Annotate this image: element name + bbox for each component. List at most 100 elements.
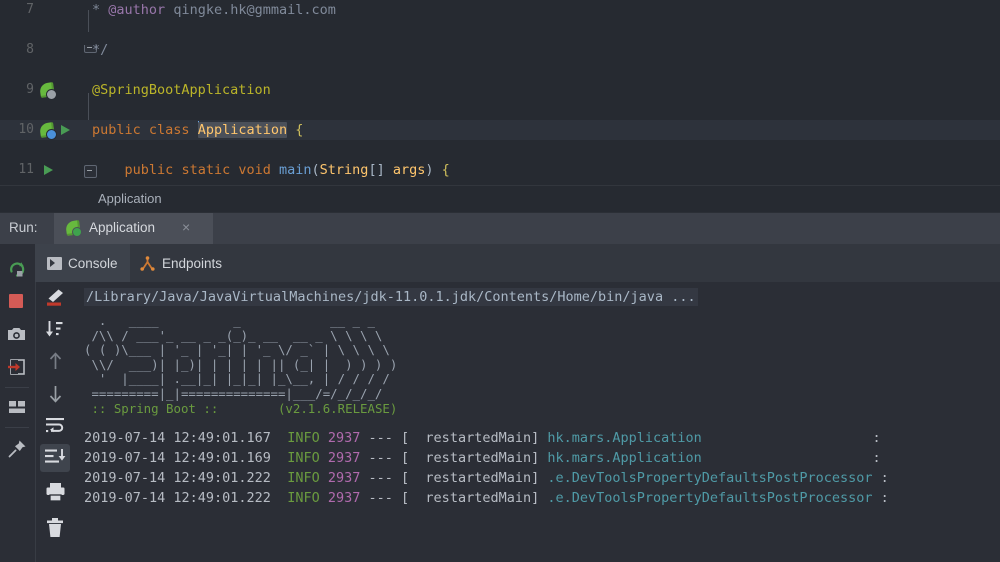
param-args: args	[392, 162, 426, 178]
paren-close: )	[425, 162, 434, 178]
scroll-to-end-button[interactable]	[40, 444, 70, 472]
code-line-current[interactable]: 10 public class Application {	[0, 120, 1000, 140]
print-button[interactable]	[45, 482, 66, 506]
run-toolwindow-header: Run: Application ×	[0, 212, 1000, 245]
banner-version: (v2.1.6.RELEASE)	[225, 400, 398, 416]
banner-spring-boot-label: :: Spring Boot ::	[84, 400, 226, 416]
log-timestamp: 2019-07-14 12:49:01.169	[84, 450, 271, 467]
class-name-identifier: Application	[197, 122, 288, 138]
log-separator: ---	[368, 450, 393, 467]
console-log-lines: 2019-07-14 12:49:01.167 INFO 2937 --- [ …	[84, 428, 1000, 508]
spring-boot-banner: . ____ _ __ _ _ /\\ / ___'_ __ _ _(_)_ _…	[84, 313, 1000, 416]
log-colon: :	[872, 450, 881, 467]
breadcrumb[interactable]: Application	[0, 185, 1000, 213]
log-thread: [ restartedMain]	[401, 470, 540, 487]
terminal-icon	[47, 256, 62, 270]
log-level: INFO	[287, 490, 320, 507]
code-line[interactable]: 8 */	[0, 40, 1000, 60]
ide-window: 7 * @author qingke.hk@gmmail.com 8 */ 9 …	[0, 0, 1000, 562]
author-email: qingke.hk@gmmail.com	[173, 2, 336, 18]
paren-open: (	[311, 162, 320, 178]
banner-line: =========|_|==============|___/=/_/_/_/	[84, 385, 383, 401]
banner-line: . ____ _ __ _ _	[84, 313, 375, 328]
comment-star: *	[92, 2, 101, 18]
code-line[interactable]: 7 * @author qingke.hk@gmmail.com	[0, 0, 1000, 20]
console-command-line: /Library/Java/JavaVirtualMachines/jdk-11…	[84, 288, 698, 306]
keyword-class: class	[148, 122, 190, 138]
run-class-icon[interactable]	[61, 125, 70, 135]
comment-end: */	[92, 42, 109, 58]
spring-bean-search-icon[interactable]	[39, 82, 57, 100]
springboot-annotation: @SpringBootApplication	[92, 82, 271, 98]
log-colon: :	[880, 470, 889, 487]
javadoc-author-tag: @author	[108, 2, 166, 18]
code-editor[interactable]: 7 * @author qingke.hk@gmmail.com 8 */ 9 …	[0, 0, 1000, 185]
log-colon: :	[872, 430, 881, 447]
toolbar-divider	[5, 387, 29, 388]
keyword-static: static	[181, 162, 231, 178]
code-line[interactable]: 11 public static void main(String[] args…	[0, 160, 1000, 180]
toolbar-divider	[5, 427, 29, 428]
code-line[interactable]: 9 @SpringBootApplication	[0, 80, 1000, 100]
up-button[interactable]	[47, 352, 64, 375]
run-main-icon[interactable]	[44, 165, 53, 175]
keyword-public: public	[92, 122, 141, 138]
log-logger: hk.mars.Application	[547, 430, 702, 447]
brace-open: {	[295, 122, 304, 138]
breadcrumb-item-application[interactable]: Application	[98, 191, 162, 206]
line-content: public class Application {	[92, 120, 303, 140]
log-logger: hk.mars.Application	[547, 450, 702, 467]
log-level: INFO	[287, 450, 320, 467]
log-thread: [ restartedMain]	[401, 450, 540, 467]
thread-dump-button[interactable]	[7, 326, 27, 347]
gutter-icons[interactable]	[36, 120, 78, 140]
layout-button[interactable]	[7, 399, 27, 419]
tab-endpoints-label: Endpoints	[162, 255, 223, 271]
gutter-icons[interactable]	[36, 80, 78, 100]
brace-open: {	[441, 162, 450, 178]
log-pid: 2937	[327, 470, 361, 487]
tab-endpoints[interactable]: Endpoints	[127, 244, 234, 282]
log-separator: ---	[368, 490, 393, 507]
log-logger: .e.DevToolsPropertyDefaultsPostProcessor	[547, 470, 873, 487]
log-separator: ---	[368, 470, 393, 487]
run-tab-name: Application	[89, 220, 156, 235]
run-configuration-tab[interactable]: Application ×	[54, 213, 213, 245]
sort-button[interactable]	[45, 320, 65, 343]
run-actions-toolbar[interactable]	[0, 244, 34, 562]
export-button[interactable]	[7, 358, 27, 380]
log-line: 2019-07-14 12:49:01.169 INFO 2937 --- [ …	[84, 448, 1000, 468]
keyword-public: public	[124, 162, 174, 178]
type-string: String	[319, 162, 369, 178]
log-timestamp: 2019-07-14 12:49:01.222	[84, 490, 271, 507]
console-output[interactable]: /Library/Java/JavaVirtualMachines/jdk-11…	[74, 282, 1000, 562]
pin-tab-button[interactable]	[8, 439, 26, 458]
line-content: */	[92, 40, 108, 60]
tab-console[interactable]: Console	[35, 244, 130, 282]
stop-button[interactable]	[9, 294, 23, 308]
spring-bean-icon	[65, 220, 82, 237]
log-separator: ---	[368, 430, 393, 447]
line-number: 9	[26, 82, 34, 97]
banner-line: /\\ / ___'_ __ _ _(_)_ __ __ _ \ \ \ \	[84, 327, 383, 343]
banner-line: ' |____| .__|_| |_|_| |_\__, | / / / /	[84, 371, 390, 387]
log-timestamp: 2019-07-14 12:49:01.167	[84, 430, 271, 447]
gutter-icons[interactable]	[36, 160, 78, 180]
close-icon[interactable]: ×	[182, 219, 190, 235]
log-line: 2019-07-14 12:49:01.222 INFO 2937 --- [ …	[84, 488, 1000, 508]
banner-line: ( ( )\___ | '_ | '_| | '_ \/ _` | \ \ \ …	[84, 342, 390, 358]
rerun-button[interactable]	[8, 260, 25, 277]
console-actions-toolbar[interactable]	[35, 282, 75, 562]
down-button[interactable]	[47, 384, 64, 407]
tab-console-label: Console	[68, 255, 118, 271]
highlight-button[interactable]	[44, 288, 66, 312]
log-timestamp: 2019-07-14 12:49:01.222	[84, 470, 271, 487]
endpoints-icon	[140, 255, 155, 271]
banner-line: \\/ ___)| |_)| | | | | || (_| | ) ) ) )	[84, 356, 398, 372]
line-content: public static void main(String[] args) {	[92, 160, 450, 180]
clear-all-button[interactable]	[46, 518, 64, 542]
soft-wrap-button[interactable]	[44, 416, 66, 439]
spring-bean-icon[interactable]	[39, 122, 57, 140]
console-tabstrip[interactable]: Console Endpoints	[35, 244, 1000, 282]
line-number: 10	[18, 122, 34, 137]
